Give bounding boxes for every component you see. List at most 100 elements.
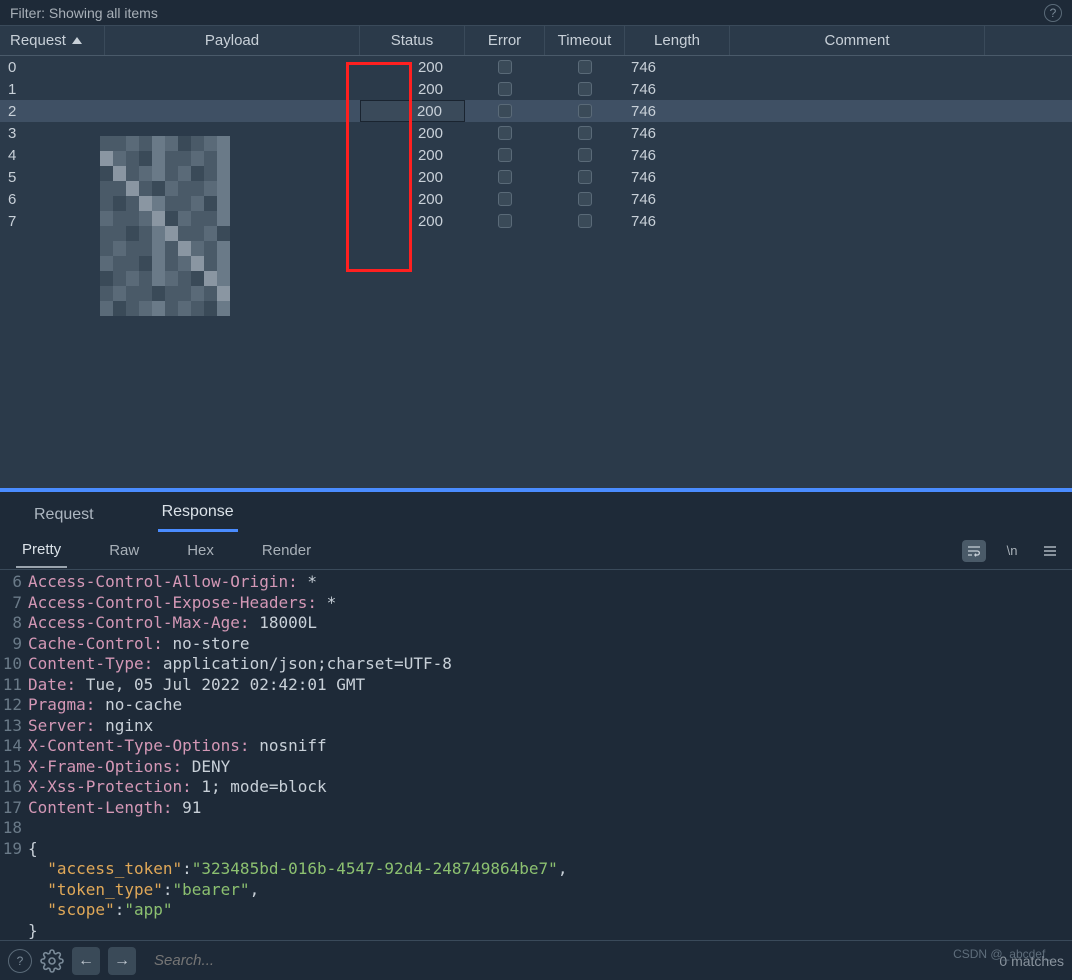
cell-timeout xyxy=(545,122,625,144)
cell-status: 200 xyxy=(360,100,465,122)
next-match-button[interactable]: → xyxy=(108,947,136,975)
cell-length: 746 xyxy=(625,100,730,122)
checkbox[interactable] xyxy=(498,82,512,96)
cell-status: 200 xyxy=(360,188,465,210)
table-row[interactable]: 2 200 746 xyxy=(0,100,1072,122)
col-length[interactable]: Length xyxy=(625,26,730,55)
cell-comment xyxy=(730,100,985,122)
cell-length: 746 xyxy=(625,210,730,232)
cell-comment xyxy=(730,166,985,188)
cell-request: 7 xyxy=(0,210,105,232)
cell-error xyxy=(465,188,545,210)
help-icon[interactable]: ? xyxy=(1044,4,1062,22)
checkbox[interactable] xyxy=(578,126,592,140)
table-header: Request Payload Status Error Timeout Len… xyxy=(0,26,1072,56)
menu-icon[interactable] xyxy=(1038,540,1062,562)
cell-payload xyxy=(105,78,360,100)
cell-comment xyxy=(730,78,985,100)
tab-hex[interactable]: Hex xyxy=(181,534,220,567)
cell-timeout xyxy=(545,188,625,210)
filter-text: Filter: Showing all items xyxy=(10,5,158,21)
tab-render[interactable]: Render xyxy=(256,534,317,567)
cell-error xyxy=(465,144,545,166)
cell-status: 200 xyxy=(360,144,465,166)
cell-request: 0 xyxy=(0,56,105,78)
cell-timeout xyxy=(545,144,625,166)
checkbox[interactable] xyxy=(578,214,592,228)
cell-request: 5 xyxy=(0,166,105,188)
search-bar: ? ← → 0 matches CSDN @_abcdef_ xyxy=(0,940,1072,980)
filter-bar: Filter: Showing all items ? xyxy=(0,0,1072,26)
checkbox[interactable] xyxy=(578,170,592,184)
cell-length: 746 xyxy=(625,144,730,166)
tab-request[interactable]: Request xyxy=(30,496,98,532)
checkbox[interactable] xyxy=(498,104,512,118)
cell-request: 3 xyxy=(0,122,105,144)
cell-status: 200 xyxy=(360,122,465,144)
cell-timeout xyxy=(545,56,625,78)
cell-length: 746 xyxy=(625,78,730,100)
sort-asc-icon xyxy=(72,37,82,44)
watermark: CSDN @_abcdef_ xyxy=(953,947,1052,961)
search-input[interactable] xyxy=(144,952,991,969)
checkbox[interactable] xyxy=(578,104,592,118)
checkbox[interactable] xyxy=(578,148,592,162)
results-panel: Request Payload Status Error Timeout Len… xyxy=(0,26,1072,488)
cell-error xyxy=(465,56,545,78)
checkbox[interactable] xyxy=(578,82,592,96)
cell-error xyxy=(465,100,545,122)
cell-request: 1 xyxy=(0,78,105,100)
cell-comment xyxy=(730,56,985,78)
table-row[interactable]: 0200746 xyxy=(0,56,1072,78)
checkbox[interactable] xyxy=(498,214,512,228)
cell-status: 200 xyxy=(360,56,465,78)
cell-request: 2 xyxy=(0,100,105,122)
checkbox[interactable] xyxy=(498,170,512,184)
cell-status: 200 xyxy=(360,210,465,232)
cell-timeout xyxy=(545,210,625,232)
col-payload[interactable]: Payload xyxy=(105,26,360,55)
checkbox[interactable] xyxy=(498,192,512,206)
cell-error xyxy=(465,166,545,188)
col-error[interactable]: Error xyxy=(465,26,545,55)
checkbox[interactable] xyxy=(578,192,592,206)
cell-error xyxy=(465,78,545,100)
cell-status: 200 xyxy=(360,78,465,100)
cell-error xyxy=(465,122,545,144)
help-icon[interactable]: ? xyxy=(8,949,32,973)
tab-response[interactable]: Response xyxy=(158,493,238,532)
tab-pretty[interactable]: Pretty xyxy=(16,533,67,568)
cell-payload xyxy=(105,100,360,122)
checkbox[interactable] xyxy=(498,60,512,74)
gear-icon[interactable] xyxy=(40,949,64,973)
col-request[interactable]: Request xyxy=(0,26,105,55)
col-timeout[interactable]: Timeout xyxy=(545,26,625,55)
table-row[interactable]: 1 200 746 xyxy=(0,78,1072,100)
table-body: 0 200 746 1 200 746 2 200 746 3 200 746 4 200 746 5 200 7… xyxy=(0,56,1072,232)
cell-request: 4 xyxy=(0,144,105,166)
cell-status: 200 xyxy=(360,166,465,188)
col-status[interactable]: Status xyxy=(360,26,465,55)
cell-comment xyxy=(730,188,985,210)
cell-comment xyxy=(730,144,985,166)
cell-comment xyxy=(730,122,985,144)
cell-timeout xyxy=(545,78,625,100)
newline-icon[interactable]: \n xyxy=(1000,540,1024,562)
cell-payload xyxy=(105,56,360,78)
cell-length: 746 xyxy=(625,122,730,144)
checkbox[interactable] xyxy=(498,148,512,162)
prev-match-button[interactable]: ← xyxy=(72,947,100,975)
view-tabs: Pretty Raw Hex Render \n xyxy=(0,532,1072,570)
reqresp-tabs: Request Response xyxy=(0,492,1072,532)
response-body[interactable]: 6Access-Control-Allow-Origin: *7Access-C… xyxy=(0,570,1072,940)
checkbox[interactable] xyxy=(578,60,592,74)
redacted-payload xyxy=(100,136,230,316)
cell-request: 6 xyxy=(0,188,105,210)
tab-raw[interactable]: Raw xyxy=(103,534,145,567)
cell-error xyxy=(465,210,545,232)
cell-timeout xyxy=(545,166,625,188)
col-comment[interactable]: Comment xyxy=(730,26,985,55)
wrap-icon[interactable] xyxy=(962,540,986,562)
cell-timeout xyxy=(545,100,625,122)
checkbox[interactable] xyxy=(498,126,512,140)
